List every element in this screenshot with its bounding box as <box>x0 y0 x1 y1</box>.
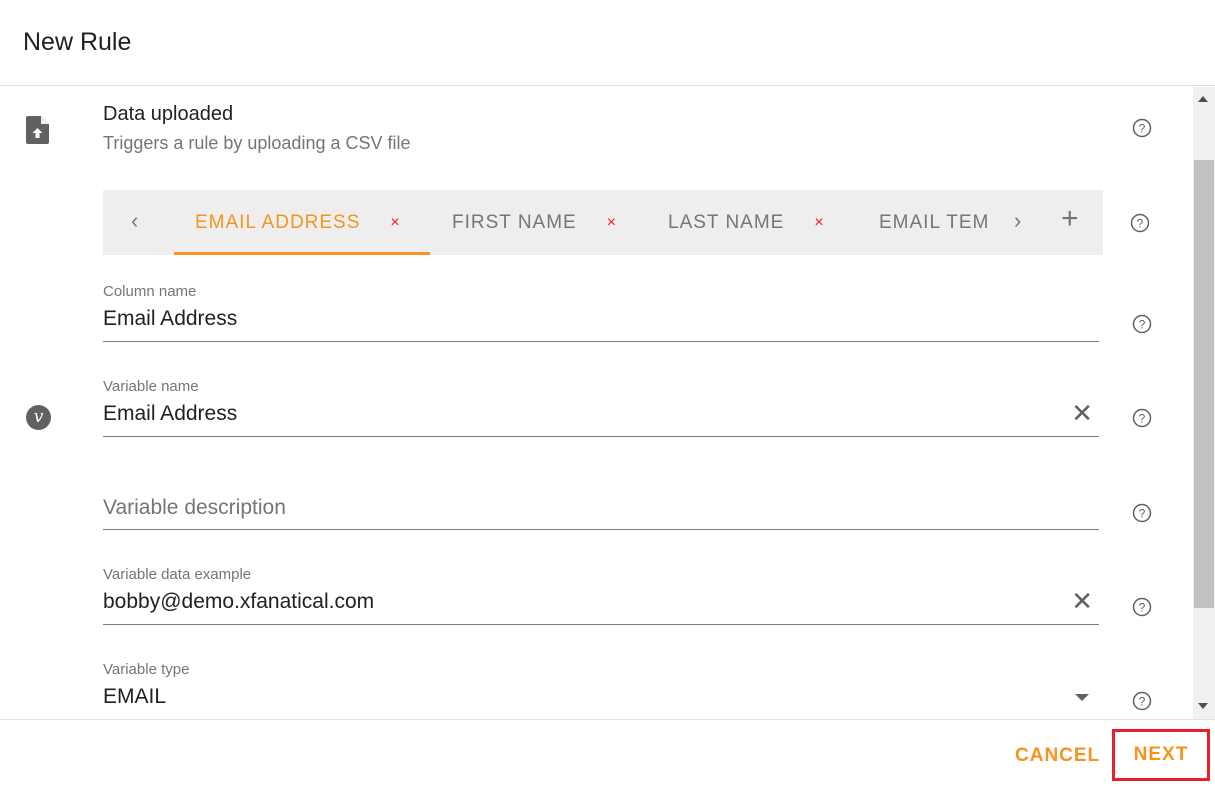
tab-first-name[interactable]: FIRST NAME × <box>452 190 616 255</box>
variable-data-example-label: Variable data example <box>103 566 252 583</box>
column-name-label: Column name <box>103 283 197 300</box>
column-name-field[interactable]: Column name Email Address <box>103 283 1099 342</box>
tabs-prev-arrow-icon[interactable]: ‹ <box>131 208 138 234</box>
svg-text:?: ? <box>1139 412 1146 426</box>
dialog-title: New Rule <box>23 28 132 56</box>
variable-icon: v <box>26 405 51 430</box>
svg-text:?: ? <box>1139 695 1146 709</box>
variable-name-input[interactable]: Email Address <box>103 402 1099 430</box>
help-icon[interactable]: ? <box>1132 408 1152 428</box>
field-underline <box>103 529 1099 530</box>
help-icon[interactable]: ? <box>1130 213 1150 233</box>
help-icon[interactable]: ? <box>1132 597 1152 617</box>
help-icon[interactable]: ? <box>1132 691 1152 711</box>
variable-name-field[interactable]: Variable name Email Address ✕ <box>103 378 1099 437</box>
cancel-button[interactable]: CANCEL <box>1015 745 1100 767</box>
scroll-down-arrow-icon[interactable] <box>1198 703 1208 709</box>
dialog-header: New Rule <box>0 0 1215 86</box>
svg-text:?: ? <box>1137 217 1144 231</box>
column-name-input[interactable]: Email Address <box>103 307 1099 335</box>
help-icon[interactable]: ? <box>1132 118 1152 138</box>
variable-type-label: Variable type <box>103 661 190 678</box>
variable-data-example-input[interactable]: bobby@demo.xfanatical.com <box>103 590 1099 618</box>
variable-data-example-field[interactable]: Variable data example bobby@demo.xfanati… <box>103 566 1099 625</box>
svg-text:?: ? <box>1139 122 1146 136</box>
clear-icon[interactable]: ✕ <box>1071 586 1093 617</box>
tabs-next-arrow-icon[interactable]: › <box>1014 208 1021 234</box>
column-tabs: ‹ EMAIL ADDRESS × FIRST NAME × LAST NAME… <box>103 190 1103 255</box>
trigger-title: Data uploaded <box>103 103 234 125</box>
svg-text:?: ? <box>1139 601 1146 615</box>
svg-text:?: ? <box>1139 318 1146 332</box>
tab-label: FIRST NAME <box>452 211 577 233</box>
dialog-body: Data uploaded Triggers a rule by uploadi… <box>0 87 1215 719</box>
tab-label: LAST NAME <box>668 211 785 233</box>
variable-type-value[interactable]: EMAIL <box>103 685 1099 713</box>
variable-description-input[interactable]: Variable description <box>103 496 1099 524</box>
tab-label: EMAIL TEM <box>879 211 987 233</box>
tab-last-name[interactable]: LAST NAME × <box>668 190 824 255</box>
variable-name-label: Variable name <box>103 378 199 395</box>
clear-icon[interactable]: ✕ <box>1071 398 1093 429</box>
tab-close-icon[interactable]: × <box>814 214 823 232</box>
dialog-footer: CANCEL NEXT <box>0 719 1215 791</box>
scrollbar-thumb[interactable] <box>1194 160 1214 608</box>
tab-email-template[interactable]: EMAIL TEM <box>879 190 987 255</box>
field-underline <box>103 341 1099 342</box>
trigger-subtitle: Triggers a rule by uploading a CSV file <box>103 133 411 153</box>
tab-label: EMAIL ADDRESS <box>195 211 361 233</box>
tab-close-icon[interactable]: × <box>390 214 399 232</box>
dropdown-caret-icon[interactable] <box>1075 694 1089 701</box>
tab-email-address[interactable]: EMAIL ADDRESS × <box>174 190 430 255</box>
field-underline <box>103 436 1099 437</box>
scroll-up-arrow-icon[interactable] <box>1198 96 1208 102</box>
variable-type-select[interactable]: Variable type EMAIL <box>103 661 1099 713</box>
svg-text:?: ? <box>1139 507 1146 521</box>
file-upload-icon <box>26 116 49 144</box>
variable-description-field[interactable]: Variable description <box>103 496 1099 530</box>
field-underline <box>103 624 1099 625</box>
help-icon[interactable]: ? <box>1132 314 1152 334</box>
help-icon[interactable]: ? <box>1132 503 1152 523</box>
tab-close-icon[interactable]: × <box>607 214 616 232</box>
add-column-icon[interactable]: + <box>1061 202 1079 236</box>
next-button[interactable]: NEXT <box>1112 729 1210 781</box>
